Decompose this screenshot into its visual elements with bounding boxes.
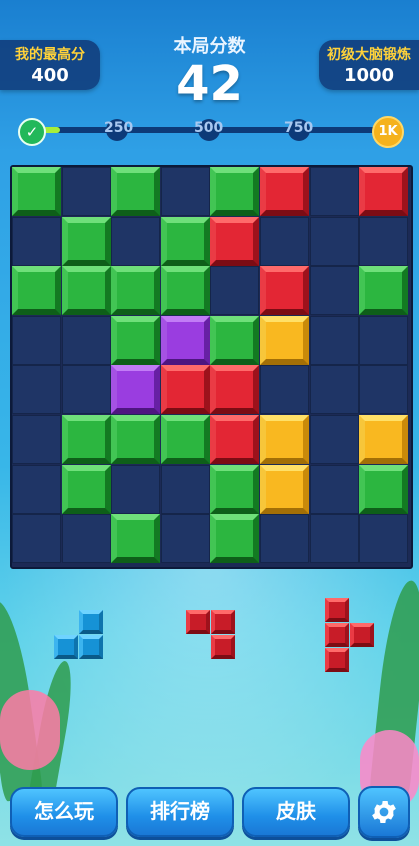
check-icon: ✓ [18, 118, 46, 146]
score-progress-bar: 250 500 750 ✓ 1K [18, 116, 404, 148]
green-block [61, 415, 111, 464]
milestone-750: 750 [284, 120, 314, 136]
red-block [160, 365, 210, 415]
milestone-500: 500 [194, 120, 224, 136]
red-block [260, 266, 309, 316]
board-cell[interactable] [61, 167, 111, 216]
red-piece-block [350, 623, 374, 647]
coral-left [0, 690, 60, 770]
board-cell[interactable] [309, 266, 359, 316]
board-cell[interactable] [359, 315, 409, 365]
green-block [61, 266, 111, 316]
board-cell[interactable] [160, 514, 210, 564]
level-target-value: 1000 [343, 65, 395, 86]
goal-badge: 1K [372, 116, 404, 148]
red-piece-block [325, 648, 349, 672]
game-board[interactable] [10, 165, 413, 569]
board-cell[interactable] [260, 514, 309, 564]
blue-piece-block [54, 635, 78, 659]
red-block [210, 415, 260, 464]
board-cell[interactable] [359, 216, 409, 266]
green-block [111, 514, 161, 564]
level-badge: 初级大脑锻炼 1000 [319, 40, 419, 90]
board-cell[interactable] [12, 216, 61, 266]
green-block [12, 167, 61, 216]
board-cell[interactable] [260, 365, 309, 415]
blue-piece-block [79, 610, 103, 634]
blue-piece-block [79, 635, 103, 659]
level-label: 初级大脑锻炼 [327, 47, 411, 63]
red-piece-block [325, 623, 349, 647]
green-block [210, 514, 260, 564]
red-piece-block [325, 598, 349, 622]
board-cell[interactable] [12, 415, 61, 464]
board-cell[interactable] [210, 266, 260, 316]
yellow-block [260, 415, 309, 464]
red-piece-block [211, 635, 235, 659]
gear-icon [372, 801, 396, 823]
green-block [61, 216, 111, 266]
red-piece-block [211, 610, 235, 634]
green-block [111, 415, 161, 464]
green-block [210, 464, 260, 514]
purple-block [160, 315, 210, 365]
green-block [111, 167, 161, 216]
red-piece-block [186, 610, 210, 634]
yellow-block [359, 415, 409, 464]
board-cell[interactable] [359, 365, 409, 415]
board-cell[interactable] [12, 365, 61, 415]
green-block [160, 266, 210, 316]
board-cell[interactable] [12, 464, 61, 514]
green-block [61, 464, 111, 514]
skins-button[interactable]: 皮肤 [242, 787, 350, 837]
green-block [12, 266, 61, 316]
yellow-block [260, 315, 309, 365]
board-cell[interactable] [61, 365, 111, 415]
board-cell[interactable] [309, 415, 359, 464]
green-block [111, 315, 161, 365]
board-cell[interactable] [61, 315, 111, 365]
board-cell[interactable] [309, 514, 359, 564]
red-block [359, 167, 409, 216]
board-cell[interactable] [260, 216, 309, 266]
green-block [111, 266, 161, 316]
board-cell[interactable] [61, 514, 111, 564]
green-block [160, 216, 210, 266]
green-block [160, 415, 210, 464]
green-block [210, 315, 260, 365]
green-block [210, 167, 260, 216]
green-block [359, 266, 409, 316]
milestone-250: 250 [104, 120, 134, 136]
board-cell[interactable] [309, 167, 359, 216]
board-cell[interactable] [12, 514, 61, 564]
how-to-play-button[interactable]: 怎么玩 [10, 787, 118, 837]
board-cell[interactable] [309, 216, 359, 266]
board-cell[interactable] [309, 315, 359, 365]
board-cell[interactable] [160, 167, 210, 216]
purple-block [111, 365, 161, 415]
board-cell[interactable] [309, 464, 359, 514]
red-block [210, 365, 260, 415]
board-cell[interactable] [309, 365, 359, 415]
settings-button[interactable] [358, 786, 410, 838]
red-block [260, 167, 309, 216]
green-block [359, 464, 409, 514]
yellow-block [260, 464, 309, 514]
board-cell[interactable] [12, 315, 61, 365]
red-block [210, 216, 260, 266]
board-cell[interactable] [111, 464, 161, 514]
board-cell[interactable] [160, 464, 210, 514]
board-cell[interactable] [111, 216, 161, 266]
leaderboard-button[interactable]: 排行榜 [126, 787, 234, 837]
board-cell[interactable] [359, 514, 409, 564]
